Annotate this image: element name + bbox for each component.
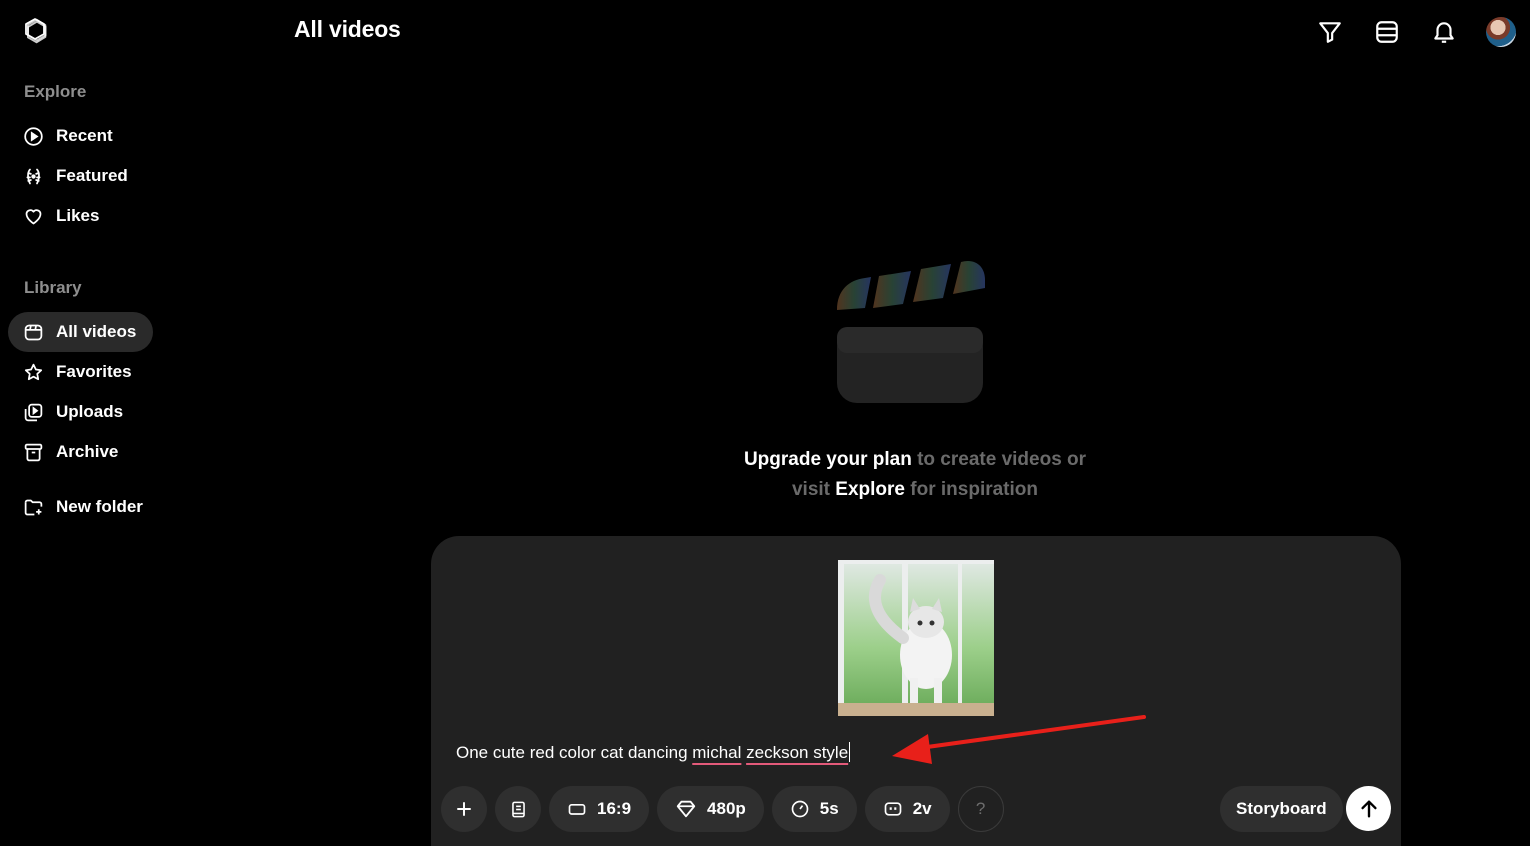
duration-value: 5s: [819, 799, 839, 818]
empty-state-text: for inspiration: [905, 479, 1038, 500]
new-folder-icon: [24, 499, 43, 515]
explore-section-label: Explore: [24, 82, 87, 101]
text-caret: [849, 742, 851, 762]
list-view-icon[interactable]: [1358, 14, 1415, 50]
plus-icon: [457, 802, 471, 816]
topbar-actions: [1301, 14, 1518, 50]
diamond-icon: [676, 800, 696, 818]
resolution-value: 480p: [707, 799, 746, 818]
empty-state-text: visit: [791, 479, 836, 500]
variations-icon: [884, 802, 902, 816]
new-folder-label: New folder: [56, 497, 143, 516]
misspelled-word: michal: [692, 743, 742, 762]
help-button[interactable]: ?: [957, 786, 1004, 832]
book-icon: [511, 801, 525, 817]
explore-link[interactable]: Explore: [835, 479, 905, 500]
duration-button[interactable]: 5s: [771, 786, 857, 832]
clapperboard-icon: [837, 260, 985, 403]
avatar[interactable]: [1486, 17, 1516, 47]
star-icon: [24, 363, 43, 380]
video-library-icon: [24, 324, 43, 340]
sidebar-item-label: Featured: [56, 166, 128, 185]
storyboard-button[interactable]: Storyboard: [1220, 786, 1343, 832]
sidebar-item-label: Recent: [56, 126, 113, 145]
openai-logo-icon[interactable]: [20, 16, 50, 46]
sidebar-item-likes[interactable]: Likes: [8, 196, 162, 236]
prompt-text: One cute red color cat dancing: [456, 743, 693, 762]
aspect-ratio-button[interactable]: 16:9: [549, 786, 650, 832]
arrow-up-icon: [1360, 799, 1377, 818]
bell-icon[interactable]: [1415, 14, 1472, 50]
empty-state: Upgrade your plan to create videos or vi…: [660, 250, 1170, 505]
aspect-ratio-value: 16:9: [597, 799, 632, 818]
add-attachment-button[interactable]: [441, 786, 487, 832]
aspect-ratio-icon: [568, 804, 586, 815]
sidebar-item-all-videos[interactable]: All videos: [8, 312, 153, 352]
upload-video-icon: [24, 403, 43, 421]
cat-image-thumbnail[interactable]: [838, 560, 994, 716]
prompt-input[interactable]: One cute red color cat dancing michal ze…: [456, 742, 851, 763]
play-circle-icon: [24, 126, 43, 146]
archive-icon: [24, 443, 43, 461]
upgrade-plan-link[interactable]: Upgrade your plan: [744, 449, 912, 470]
new-folder-button[interactable]: New folder: [8, 487, 162, 527]
resolution-button[interactable]: 480p: [657, 786, 764, 832]
sidebar-item-favorites[interactable]: Favorites: [8, 352, 162, 392]
sidebar-item-featured[interactable]: Featured: [8, 156, 162, 196]
sidebar-item-recent[interactable]: Recent: [8, 116, 162, 156]
sidebar-item-archive[interactable]: Archive: [8, 432, 162, 472]
cat-photo: [838, 560, 994, 716]
sidebar-item-uploads[interactable]: Uploads: [8, 392, 162, 432]
library-section-label: Library: [24, 278, 82, 297]
presets-button[interactable]: [495, 786, 541, 832]
heart-icon: [25, 208, 42, 224]
variations-value: 2v: [912, 799, 932, 818]
sidebar-item-label: Favorites: [56, 362, 132, 381]
annotation-arrow: [892, 715, 1146, 764]
composer-toolbar: 16:9 480p 5s 2v ?: [441, 786, 1004, 832]
sidebar-item-label: All videos: [56, 322, 137, 341]
sidebar-item-label: Likes: [56, 206, 100, 225]
misspelled-word: zeckson style: [746, 743, 849, 762]
prompt-composer: One cute red color cat dancing michal ze…: [431, 536, 1401, 846]
variations-button[interactable]: 2v: [864, 786, 950, 832]
laurel-icon: [26, 168, 41, 184]
sidebar-item-label: Uploads: [56, 402, 124, 421]
filter-icon[interactable]: [1301, 14, 1358, 50]
clock-icon: [791, 800, 809, 818]
page-title: All videos: [294, 16, 401, 42]
sidebar: Explore Recent Featured Likes Library Al…: [0, 70, 170, 527]
submit-button[interactable]: [1346, 786, 1391, 831]
empty-state-message: Upgrade your plan to create videos or vi…: [660, 445, 1170, 505]
sidebar-item-label: Archive: [56, 442, 119, 461]
empty-state-text: to create videos or: [911, 449, 1087, 470]
